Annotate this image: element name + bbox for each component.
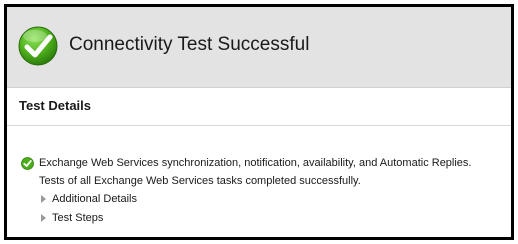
- section-title: Test Details: [19, 98, 92, 113]
- result-summary: Tests of all Exchange Web Services tasks…: [39, 175, 361, 187]
- success-check-icon: [21, 157, 34, 170]
- result-header: Connectivity Test Successful: [7, 7, 511, 87]
- triangle-right-icon: [41, 214, 46, 223]
- expander-label: Additional Details: [52, 193, 137, 205]
- additional-details-expander[interactable]: Additional Details: [41, 193, 137, 205]
- page-title: Connectivity Test Successful: [69, 34, 310, 55]
- test-details-bar: Test Details: [7, 87, 511, 126]
- triangle-right-icon: [41, 195, 46, 204]
- expander-label: Test Steps: [52, 212, 104, 224]
- result-panel: Connectivity Test Successful Test Detail…: [4, 4, 514, 240]
- result-message: Exchange Web Services synchronization, n…: [39, 157, 472, 169]
- success-check-icon: [18, 26, 58, 66]
- test-steps-expander[interactable]: Test Steps: [41, 212, 103, 224]
